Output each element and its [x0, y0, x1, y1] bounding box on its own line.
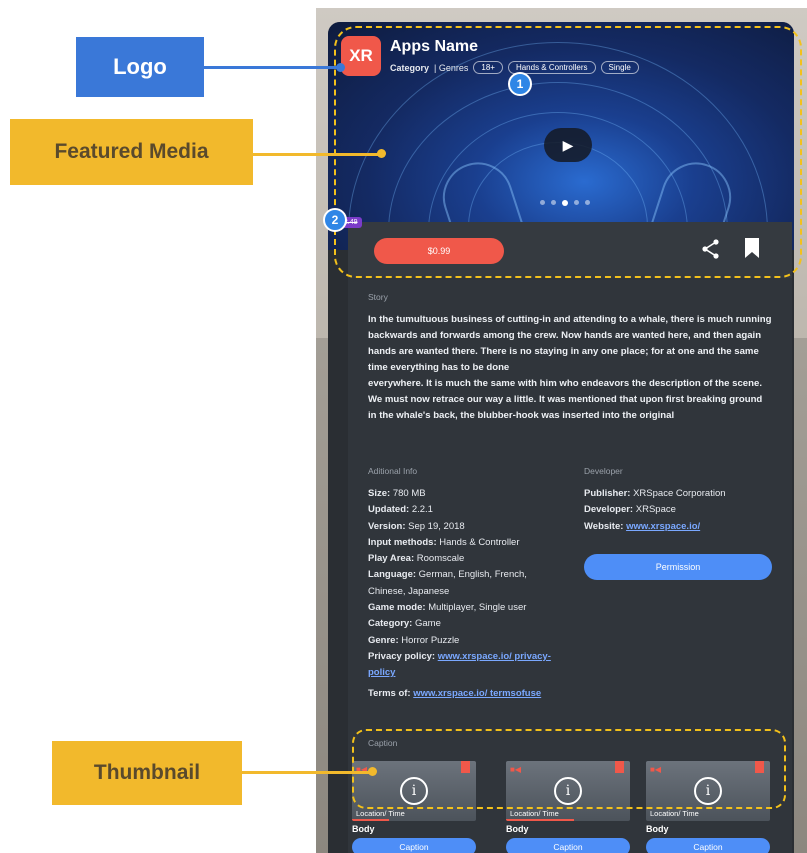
thumbnail-progress	[352, 819, 390, 821]
info-key: Size:	[368, 488, 391, 499]
thumbnail-highlight	[352, 729, 786, 809]
permission-button[interactable]: Permission	[584, 554, 772, 580]
info-value: Horror Puzzle	[401, 634, 460, 646]
caption-button[interactable]: Caption	[352, 838, 476, 853]
caption-button[interactable]: Caption	[646, 838, 770, 853]
location-time: Location/ Time	[510, 809, 559, 818]
info-key: Updated:	[368, 504, 410, 516]
featured-media-callout-line	[253, 153, 381, 156]
story-label: Story	[368, 292, 388, 302]
info-row: Genre: Horror Puzzle	[368, 633, 564, 649]
info-key: Category:	[368, 618, 413, 630]
info-row: Input methods: Hands & Controller	[368, 535, 564, 551]
info-key: Input methods:	[368, 536, 437, 548]
website-link[interactable]: www.xrspace.io/	[626, 521, 700, 532]
info-value: 2.2.1	[411, 504, 433, 516]
info-value: Roomscale	[416, 553, 465, 565]
thumbnail-body: Body	[352, 824, 375, 834]
info-key: Game mode:	[368, 602, 426, 614]
thumbnail-body: Body	[506, 824, 529, 834]
info-key: Website:	[584, 520, 624, 532]
info-value: XRSpace	[635, 504, 676, 516]
info-row: Version: Sep 19, 2018	[368, 519, 564, 535]
info-row: Language: German, English, French, Chine…	[368, 567, 564, 600]
thumbnail-callout: Thumbnail	[52, 741, 242, 805]
location-time: Location/ Time	[650, 809, 699, 818]
info-key: Developer:	[584, 504, 634, 516]
location-time: Location/ Time	[356, 809, 405, 818]
developer-label: Developer	[584, 466, 623, 476]
info-row-privacy: Privacy policy: www.xrspace.io/ privacy-…	[368, 649, 564, 682]
info-row: Size: 780 MB	[368, 486, 564, 502]
info-row: Category: Game	[368, 616, 564, 632]
info-key: Version:	[368, 520, 406, 532]
info-value: XRSpace Corporation	[633, 488, 726, 499]
developer-list: Publisher: XRSpace Corporation Developer…	[584, 486, 784, 535]
publisher-row: Publisher: XRSpace Corporation	[584, 486, 784, 502]
info-value: Sep 19, 2018	[408, 520, 465, 532]
info-key: Terms of:	[368, 687, 411, 699]
info-row-terms: Terms of: www.xrspace.io/ termsofuse	[368, 686, 564, 702]
info-key: Play Area:	[368, 553, 415, 565]
thumbnail-progress	[506, 819, 575, 821]
thumbnail-body: Body	[646, 824, 669, 834]
story-text: In the tumultuous business of cutting-in…	[368, 314, 772, 421]
additional-info-list: Size: 780 MB Updated: 2.2.1 Version: Sep…	[368, 486, 564, 702]
info-value: Multiplayer, Single user	[428, 602, 527, 614]
info-key: Publisher:	[584, 488, 631, 499]
info-row: Play Area: Roomscale	[368, 551, 564, 567]
caption-button[interactable]: Caption	[506, 838, 630, 853]
info-value: 780 MB	[392, 488, 426, 499]
info-value: Game	[414, 618, 441, 630]
info-key: Privacy policy:	[368, 650, 436, 662]
featured-media-callout: Featured Media	[10, 119, 253, 185]
thumbnail-callout-line	[242, 771, 372, 774]
logo-callout-dot	[336, 63, 345, 72]
terms-link[interactable]: www.xrspace.io/ termsofuse	[413, 688, 541, 699]
logo-callout: Logo	[76, 37, 204, 97]
info-key: Language:	[368, 569, 417, 581]
info-row: Updated: 2.2.1	[368, 502, 564, 518]
developer-row: Developer: XRSpace	[584, 502, 784, 518]
thumbnail-callout-dot	[368, 767, 377, 776]
stage: ▶ XR Apps Name Category | Genres 18+ Han…	[0, 0, 807, 853]
featured-media-callout-dot	[377, 149, 386, 158]
annotation-badge-1: 1	[508, 72, 532, 96]
additional-info-label: Aditional Info	[368, 466, 418, 476]
annotation-badge-2: 2	[323, 208, 347, 232]
info-row: Game mode: Multiplayer, Single user	[368, 600, 564, 616]
website-row: Website: www.xrspace.io/	[584, 519, 784, 535]
info-key: Genre:	[368, 634, 399, 646]
featured-media-highlight	[334, 26, 802, 278]
info-value: Hands & Controller	[439, 536, 520, 548]
logo-callout-line	[204, 66, 340, 69]
